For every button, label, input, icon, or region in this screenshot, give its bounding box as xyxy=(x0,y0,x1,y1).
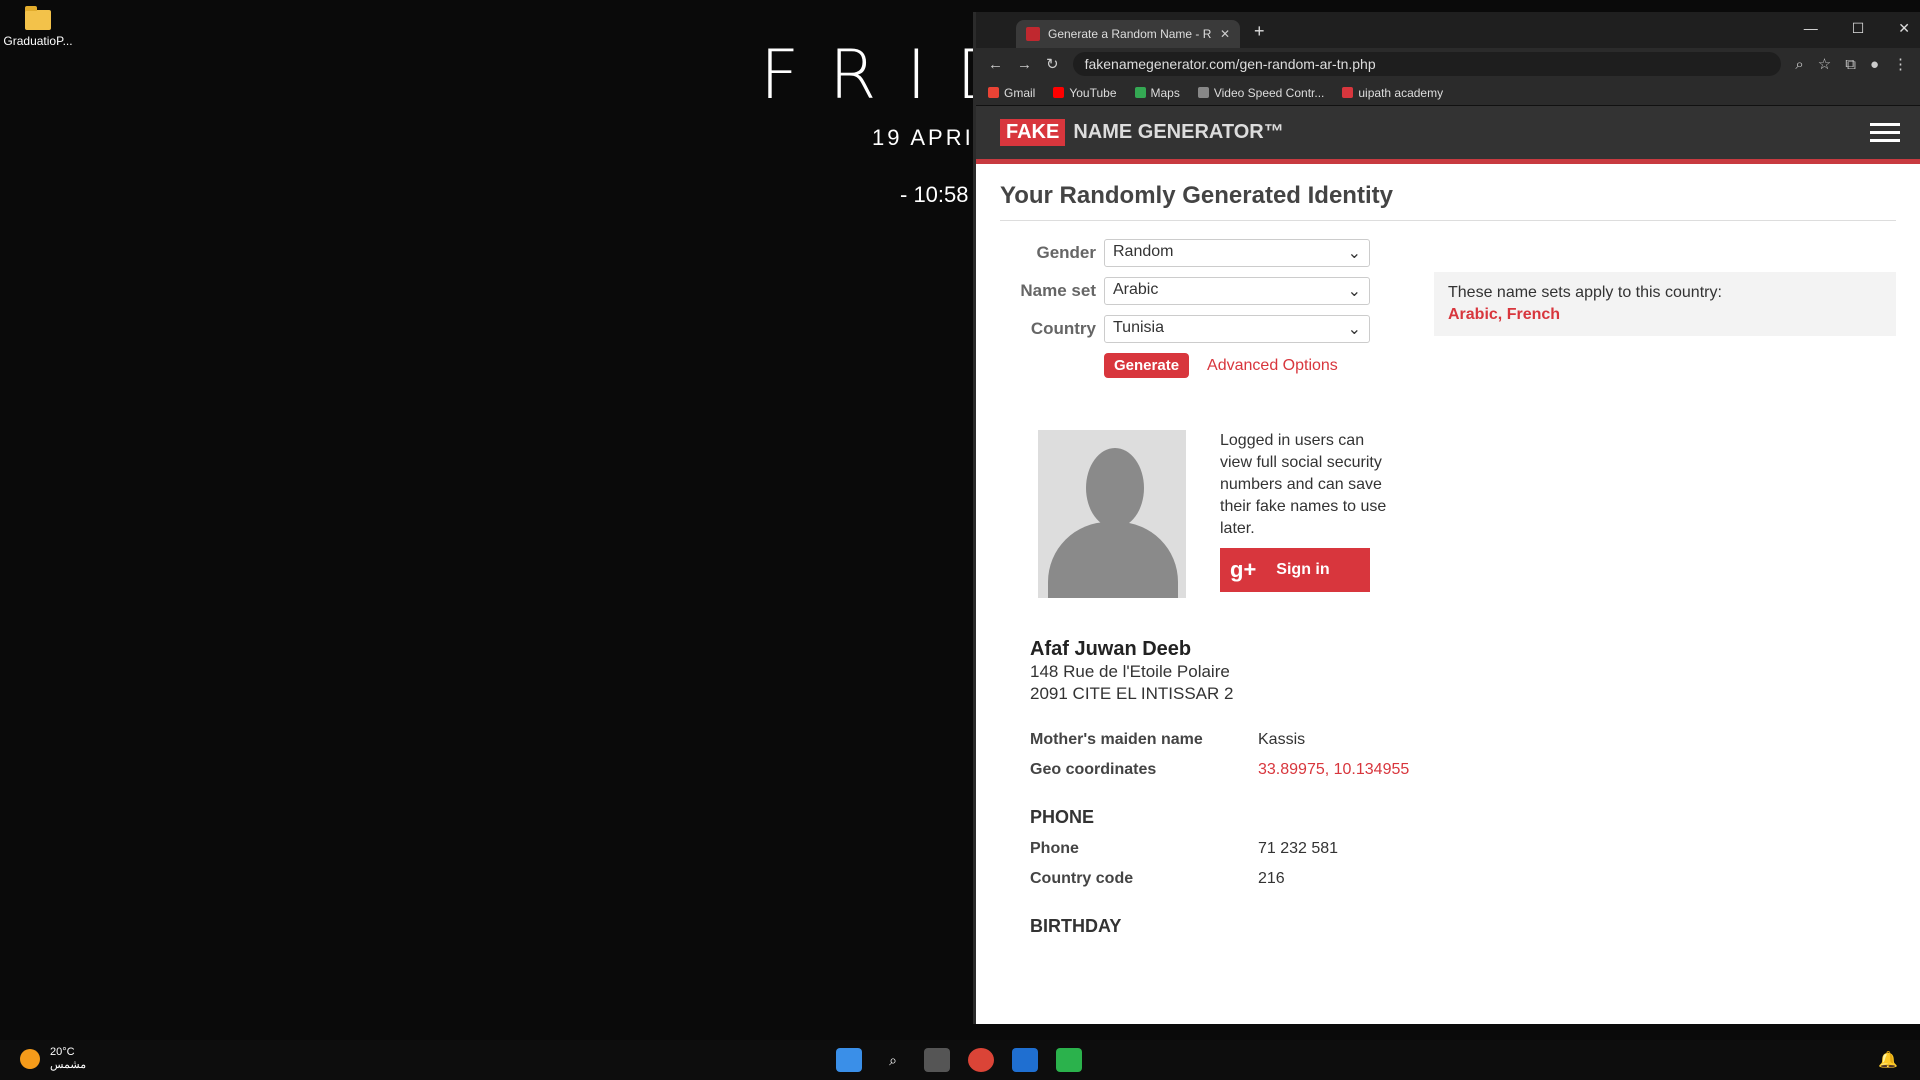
maps-icon xyxy=(1134,87,1146,98)
page-content: Your Randomly Generated Identity Gender … xyxy=(976,164,1920,1014)
page-title: Your Randomly Generated Identity xyxy=(1000,182,1896,221)
country-code-label: Country code xyxy=(1030,870,1134,887)
phone-value: 71 232 581 xyxy=(1258,840,1339,857)
country-nameset-notice: These name sets apply to this country: A… xyxy=(1434,272,1896,336)
avatar xyxy=(1038,430,1186,598)
sun-icon xyxy=(20,1048,40,1069)
notice-sets[interactable]: Arabic, French xyxy=(1448,306,1882,324)
weather-widget[interactable]: 20°C مشمس xyxy=(20,1046,86,1071)
bookmark-gmail[interactable]: Gmail xyxy=(988,86,1035,100)
temperature: 20°C xyxy=(50,1046,75,1058)
chevron-down-icon: ⌄ xyxy=(1347,245,1361,262)
bookmark-uipath[interactable]: uipath academy xyxy=(1342,86,1443,100)
reload-icon[interactable]: ↻ xyxy=(1046,55,1059,73)
chrome-icon[interactable] xyxy=(968,1048,994,1072)
tab-title: Generate a Random Name - R xyxy=(1048,27,1212,41)
youtube-icon xyxy=(1053,87,1065,98)
desktop-icon-label: GraduatioP... xyxy=(3,34,73,48)
logo-fake[interactable]: FAKE xyxy=(1000,119,1066,146)
signin-label: Sign in xyxy=(1276,561,1330,578)
country-select[interactable]: Tunisia ⌄ xyxy=(1104,315,1370,343)
taskbar-apps: ⌕ xyxy=(836,1048,1082,1072)
hamburger-menu-icon[interactable] xyxy=(1870,118,1900,147)
notification-bell-icon[interactable]: 🔔 xyxy=(1878,1050,1898,1070)
app-icon[interactable] xyxy=(1012,1048,1038,1072)
bookmark-video-speed[interactable]: Video Speed Contr... xyxy=(1197,86,1324,100)
tab-close-icon[interactable]: ✕ xyxy=(1220,27,1230,41)
task-view-icon[interactable] xyxy=(924,1048,950,1072)
media-player-icon[interactable] xyxy=(1056,1048,1082,1072)
geo-label: Geo coordinates xyxy=(1030,761,1157,778)
search-icon[interactable]: ⌕ xyxy=(880,1048,906,1072)
chevron-down-icon: ⌄ xyxy=(1347,283,1361,300)
minimize-button[interactable]: — xyxy=(1804,20,1818,37)
mothers-maiden-label: Mother's maiden name xyxy=(1030,731,1203,748)
uipath-icon xyxy=(1342,87,1354,98)
birthday-section-title: BIRTHDAY xyxy=(1030,916,1122,936)
profile-avatar[interactable]: ● xyxy=(1870,56,1879,73)
country-label: Country xyxy=(1030,319,1096,338)
zoom-icon[interactable]: ⌕ xyxy=(1795,56,1803,73)
advanced-options-link[interactable]: Advanced Options xyxy=(1207,357,1338,375)
forward-icon[interactable]: → xyxy=(1017,56,1032,73)
desktop-folder-icon[interactable]: GraduatioP... xyxy=(2,6,74,48)
weather-text: مشمس xyxy=(50,1059,87,1071)
browser-window: Generate a Random Name - R ✕ + — ☐ ✕ ← →… xyxy=(973,12,1920,1024)
url-text: fakenamegenerator.com/gen-random-ar-tn.p… xyxy=(1084,56,1376,72)
close-window-button[interactable]: ✕ xyxy=(1898,20,1910,37)
menu-icon[interactable]: ⋮ xyxy=(1893,55,1908,73)
identity-details: Afaf Juwan Deeb 148 Rue de l'Etoile Pola… xyxy=(1030,638,1896,937)
nameset-label: Name set xyxy=(1020,281,1096,300)
logo-text[interactable]: NAME GENERATOR™ xyxy=(1073,121,1283,144)
extensions-icon[interactable]: ⧉ xyxy=(1845,56,1856,73)
gender-label: Gender xyxy=(1036,243,1096,262)
login-notice: Logged in users can view full social sec… xyxy=(1220,432,1387,537)
maximize-button[interactable]: ☐ xyxy=(1852,20,1865,37)
profile-block: Logged in users can view full social sec… xyxy=(1038,430,1896,598)
tab-strip: Generate a Random Name - R ✕ + — ☐ ✕ xyxy=(976,12,1920,48)
notice-text: These name sets apply to this country: xyxy=(1448,284,1722,301)
url-field[interactable]: fakenamegenerator.com/gen-random-ar-tn.p… xyxy=(1072,52,1782,76)
site-header: FAKE NAME GENERATOR™ xyxy=(976,106,1920,164)
generate-button[interactable]: Generate xyxy=(1104,353,1190,378)
country-code-value: 216 xyxy=(1258,870,1285,887)
chevron-down-icon: ⌄ xyxy=(1347,321,1361,338)
gender-select[interactable]: Random ⌄ xyxy=(1104,239,1370,267)
window-controls: — ☐ ✕ xyxy=(1804,20,1920,37)
bookmark-maps[interactable]: Maps xyxy=(1134,86,1180,100)
address-line-1: 148 Rue de l'Etoile Polaire xyxy=(1030,662,1230,681)
phone-section-title: PHONE xyxy=(1030,807,1095,827)
browser-tab[interactable]: Generate a Random Name - R ✕ xyxy=(1016,20,1240,48)
video-speed-icon xyxy=(1197,87,1209,98)
google-signin-button[interactable]: g+ Sign in xyxy=(1220,548,1370,592)
identity-name: Afaf Juwan Deeb xyxy=(1030,638,1192,660)
bookmark-youtube[interactable]: YouTube xyxy=(1053,86,1117,100)
address-bar-row: ← → ↻ fakenamegenerator.com/gen-random-a… xyxy=(976,48,1920,80)
taskbar: 20°C مشمس ⌕ 🔔 xyxy=(0,1040,1920,1080)
folder-icon xyxy=(25,6,51,30)
generator-form: Gender Random ⌄ Name set Arabic ⌄ Country … xyxy=(1000,239,1370,378)
nameset-select[interactable]: Arabic ⌄ xyxy=(1104,277,1370,305)
phone-label: Phone xyxy=(1030,840,1079,857)
site-favicon-icon xyxy=(1026,27,1040,41)
close-overlay-icon[interactable]: ✕ xyxy=(1891,996,1916,1024)
address-line-2: 2091 CITE EL INTISSAR 2 xyxy=(1030,684,1234,703)
bookmark-star-icon[interactable]: ☆ xyxy=(1818,55,1831,73)
gmail-icon xyxy=(988,87,999,98)
geo-coordinates-link[interactable]: 33.89975, 10.134955 xyxy=(1258,761,1409,779)
new-tab-button[interactable]: + xyxy=(1254,21,1265,42)
bookmarks-bar: Gmail YouTube Maps Video Speed Contr... … xyxy=(976,80,1920,106)
mothers-maiden-value: Kassis xyxy=(1258,731,1306,748)
back-icon[interactable]: ← xyxy=(988,56,1003,73)
google-plus-icon: g+ xyxy=(1230,557,1257,582)
windows-start-icon[interactable] xyxy=(836,1048,862,1072)
